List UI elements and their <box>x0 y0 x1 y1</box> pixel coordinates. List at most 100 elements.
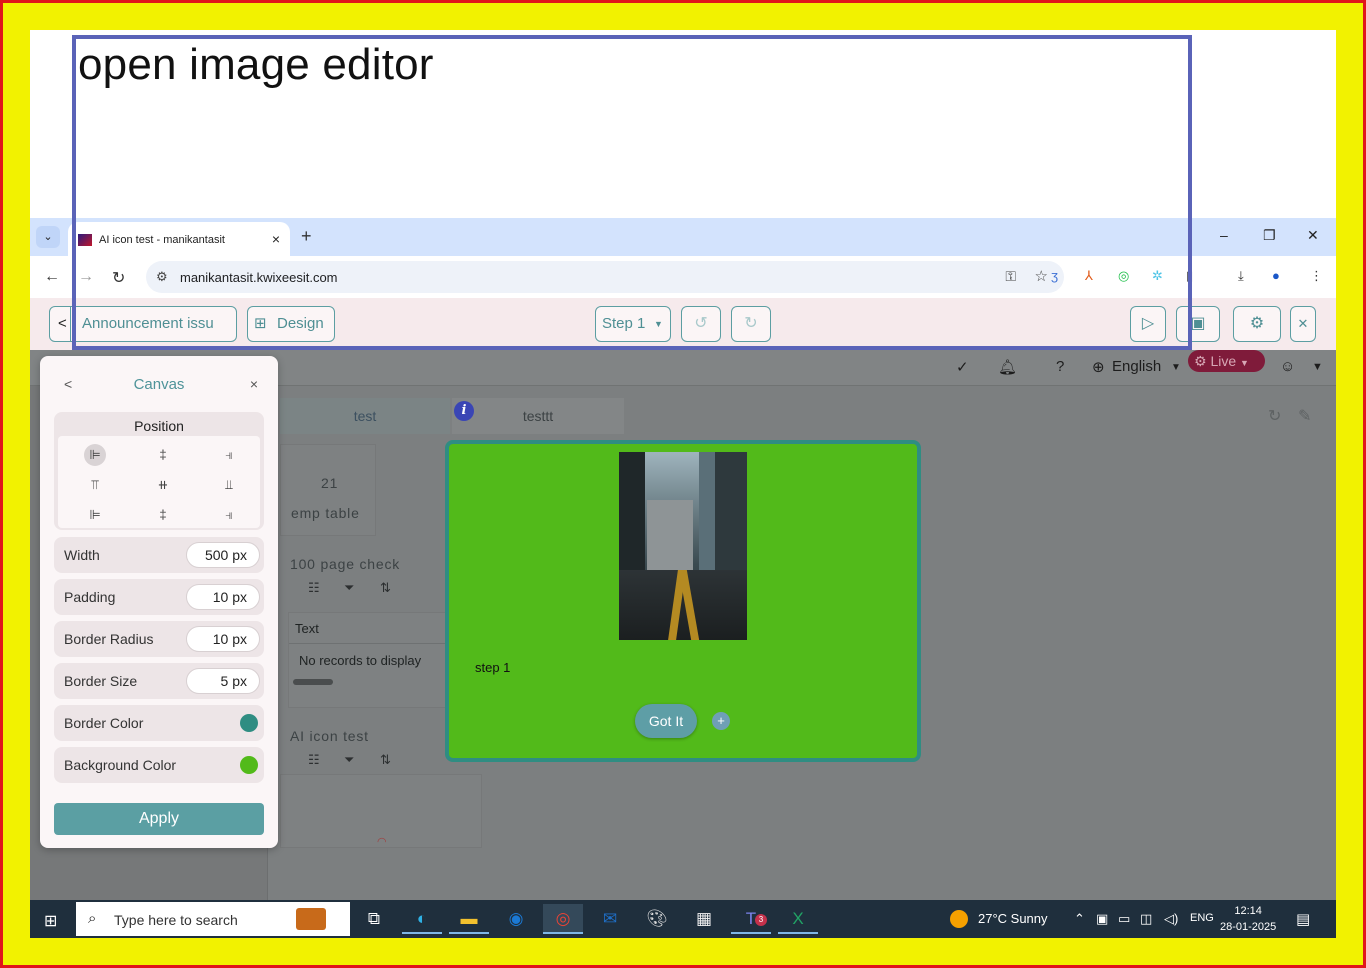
teams-icon[interactable]: T3 <box>731 904 771 934</box>
bell-icon[interactable]: 🔔︎ <box>998 358 1017 376</box>
tray-meet-icon[interactable]: ▣ <box>1096 911 1108 927</box>
step-dropdown[interactable]: Step 1 ▼ <box>595 306 671 342</box>
edit-icon[interactable]: ✎ <box>1298 406 1311 426</box>
reload-icon[interactable]: ↻ <box>112 268 125 288</box>
live-status-pill[interactable]: ⚙ Live ▼ <box>1188 350 1265 372</box>
apply-button[interactable]: Apply <box>54 803 264 835</box>
filter-icon-2[interactable]: ⏷ <box>344 752 354 768</box>
align-bottom-left-icon[interactable]: ⊫ <box>84 504 106 526</box>
list-icon-2[interactable]: ☷ <box>308 752 320 768</box>
extension-2-icon[interactable]: ⅄ <box>1085 268 1093 284</box>
tray-chevron-icon[interactable]: ⌃ <box>1074 911 1085 927</box>
extension-react-icon[interactable]: ✲ <box>1152 268 1163 284</box>
password-key-icon[interactable]: ⚿ <box>1005 268 1016 285</box>
new-tab-button[interactable]: + <box>301 226 312 247</box>
border-radius-input[interactable]: 10 px <box>186 626 260 652</box>
user-icon[interactable]: ☺ <box>1280 358 1295 375</box>
paint-icon[interactable]: 🎨︎ <box>637 904 677 934</box>
language-chevron-icon[interactable]: ▼ <box>1171 362 1181 373</box>
align-top-left-icon[interactable]: ⊫ <box>84 444 106 466</box>
excel-icon[interactable]: X <box>778 904 818 934</box>
taskbar-clock[interactable]: 12:14 28-01-2025 <box>1220 903 1276 935</box>
settings-button[interactable]: ⚙ <box>1233 306 1281 342</box>
tab-close-icon[interactable]: × <box>272 231 280 247</box>
sort-icon-2[interactable]: ⇅ <box>380 752 391 768</box>
table-scrollbar[interactable] <box>293 679 333 685</box>
volume-icon[interactable]: ◁) <box>1164 911 1178 927</box>
edge-icon[interactable]: ◐ <box>402 904 442 934</box>
border-color-row: Border Color <box>54 705 264 741</box>
extensions-puzzle-icon[interactable]: ▯ <box>1186 268 1193 284</box>
profile-avatar-icon[interactable]: ● <box>1272 268 1280 283</box>
step-preview-modal: step 1 Got It + <box>445 440 921 762</box>
site-settings-icon[interactable]: ⚙ <box>156 269 168 285</box>
network-icon[interactable]: ◫ <box>1140 911 1152 927</box>
tab-test[interactable]: test <box>280 398 450 434</box>
globe-icon[interactable]: ⊕ <box>1092 358 1105 376</box>
browser-menu-icon[interactable]: ⋮ <box>1310 268 1323 284</box>
sort-icon[interactable]: ⇅ <box>380 580 391 596</box>
redo-button[interactable]: ↻ <box>731 306 771 342</box>
play-button[interactable]: ▷ <box>1130 306 1166 342</box>
chevron-left-icon[interactable]: < <box>58 307 67 341</box>
task-view-icon[interactable]: ⧉ <box>354 904 394 934</box>
align-top-center-icon[interactable]: ‡ <box>152 444 174 466</box>
list-icon[interactable]: ☷ <box>308 580 320 596</box>
background-color-swatch[interactable] <box>240 756 258 774</box>
column-header-text: Text <box>295 621 319 636</box>
align-bottom-center-icon[interactable]: ‡ <box>152 504 174 526</box>
filter-icon[interactable]: ⏷ <box>344 580 354 596</box>
file-explorer-icon[interactable]: ▬ <box>449 904 489 934</box>
notifications-icon[interactable]: ▤ <box>1296 910 1310 928</box>
taskbar-search[interactable]: ⌕ Type here to search <box>76 902 350 936</box>
download-icon[interactable]: ⤓ <box>1238 268 1244 284</box>
forward-arrow-icon[interactable]: → <box>78 268 94 286</box>
street-photo[interactable] <box>619 452 747 640</box>
store-icon[interactable]: ▦ <box>684 904 724 934</box>
design-button[interactable]: ⊞ Design <box>247 306 335 342</box>
back-arrow-icon[interactable]: ← <box>44 268 60 286</box>
width-input[interactable]: 500 px <box>186 542 260 568</box>
align-bottom-right-icon[interactable]: ⫣ <box>218 504 240 526</box>
battery-icon[interactable]: ▭ <box>1118 911 1130 927</box>
windows-start-icon[interactable]: ⊞ <box>44 911 57 931</box>
weather-text[interactable]: 27°C Sunny <box>978 911 1048 926</box>
align-middle-left-icon[interactable]: ⫪ <box>84 474 106 496</box>
user-chevron-icon[interactable]: ▼ <box>1312 361 1323 373</box>
extension-3-icon[interactable]: ◎ <box>1118 268 1129 284</box>
close-editor-button[interactable]: ✕ <box>1290 306 1316 342</box>
align-middle-right-icon[interactable]: ⫫ <box>218 474 240 496</box>
language-indicator[interactable]: ENG <box>1190 912 1214 924</box>
announcement-button[interactable]: < Announcement issu <box>49 306 237 342</box>
help-icon[interactable]: ? <box>1056 358 1064 375</box>
language-label[interactable]: English <box>1112 358 1161 375</box>
bookmark-star-icon[interactable]: ☆ <box>1035 267 1048 285</box>
outlook-icon[interactable]: ◉ <box>496 904 536 934</box>
minimize-icon[interactable]: – <box>1220 227 1228 243</box>
emp-table-card[interactable]: 21 emp table <box>280 444 376 536</box>
padding-input[interactable]: 10 px <box>186 584 260 610</box>
browser-tab[interactable]: AI icon test - manikantasit × <box>68 222 290 256</box>
outlook-mail-icon[interactable]: ✉ <box>590 904 630 934</box>
refresh-icon[interactable]: ↻ <box>1268 406 1281 426</box>
border-color-swatch[interactable] <box>240 714 258 732</box>
check-badge-icon[interactable]: ✓ <box>956 358 969 376</box>
border-size-input[interactable]: 5 px <box>186 668 260 694</box>
add-button[interactable]: + <box>712 712 730 730</box>
info-icon[interactable]: i <box>454 401 474 421</box>
align-top-right-icon[interactable]: ⫣ <box>218 444 240 466</box>
save-button[interactable]: ▣ <box>1176 306 1220 342</box>
tab-testtt[interactable]: testtt <box>452 398 624 434</box>
weather-sun-icon[interactable] <box>950 910 968 928</box>
chrome-icon[interactable]: ◎ <box>543 904 583 934</box>
extension-1-icon[interactable]: ʒ <box>1051 268 1058 283</box>
url-text[interactable]: manikantasit.kwixeesit.com <box>180 270 338 285</box>
maximize-icon[interactable]: ❐ <box>1263 227 1276 244</box>
omnibox[interactable]: ⚙ manikantasit.kwixeesit.com ⚿ ☆ <box>146 261 1064 293</box>
got-it-button[interactable]: Got It <box>635 704 697 738</box>
undo-button[interactable]: ↺ <box>681 306 721 342</box>
tab-list-chevron-icon[interactable]: ⌄ <box>36 226 60 248</box>
close-window-icon[interactable]: ✕ <box>1307 227 1319 244</box>
align-center-icon[interactable]: ⧺ <box>152 474 174 496</box>
panel-close-icon[interactable]: × <box>250 376 258 392</box>
